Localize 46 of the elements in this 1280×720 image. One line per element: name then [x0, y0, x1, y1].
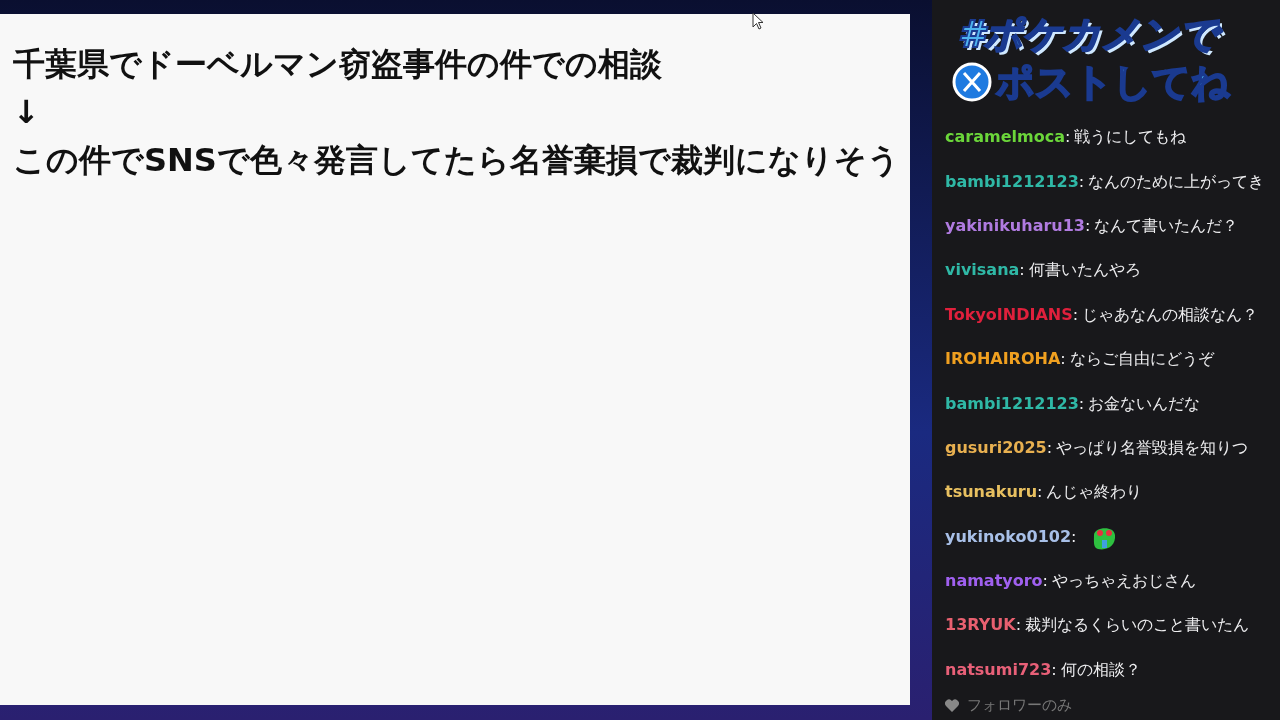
banner-text: #ポケカメンで	[952, 10, 1278, 58]
chat-message: んじゃ終わり	[1046, 481, 1143, 504]
chat-username[interactable]: gusuri2025	[945, 435, 1047, 460]
board-text-line: ↓	[13, 92, 40, 133]
x-logo-icon	[952, 62, 992, 102]
colon: :	[1019, 259, 1025, 282]
chat-message: やっぱり名誉毀損を知りつ	[1056, 436, 1249, 459]
chat-message: やっちゃえおじさん	[1052, 570, 1196, 593]
chat-username[interactable]: bambi1212123	[945, 391, 1079, 416]
colon: :	[1042, 570, 1048, 593]
heart-icon	[945, 698, 959, 712]
chat-username[interactable]: vivisana	[945, 258, 1020, 283]
colon: :	[1037, 481, 1043, 504]
chat-username[interactable]: namatyoro	[945, 569, 1043, 594]
colon: :	[1078, 392, 1085, 415]
chat-username[interactable]: 13RYUK	[945, 613, 1016, 638]
board-text-line: この件でSNSで色々発言してたら名誉棄損で裁判になりそう	[13, 140, 900, 181]
banner-text: ポストしてね	[996, 59, 1230, 106]
chat-message: ならご自由にどうぞ	[1069, 348, 1214, 371]
chat-message: なんのために上がってき	[1088, 170, 1265, 193]
colon: :	[1046, 436, 1053, 459]
board-text-line: 千葉県でドーベルマン窃盗事件の件での相談	[13, 44, 662, 85]
chat-username[interactable]: caramelmoca	[945, 125, 1065, 150]
chat-username[interactable]: IROHAIROHA	[945, 347, 1061, 372]
chat-username[interactable]: tsunakuru	[945, 480, 1038, 505]
colon: :	[1060, 348, 1066, 371]
chat-message: 何の相談？	[1060, 658, 1141, 681]
chat-message: お金ないんだな	[1088, 392, 1201, 415]
colon: :	[1071, 525, 1077, 548]
chat-message: 裁判なるくらいのこと書いたん	[1025, 614, 1250, 637]
chat-message: 戦うにしてもね	[1074, 126, 1187, 149]
chat-username[interactable]: yakinikuharu13	[945, 213, 1085, 238]
chat-message: 何書いたんやろ	[1028, 259, 1141, 282]
chat-message: なんて書いたんだ？	[1094, 214, 1239, 237]
colon: :	[1015, 614, 1022, 637]
colon: :	[1051, 658, 1057, 681]
chat-message: じゃあなんの相談なん？	[1082, 303, 1259, 326]
chat-username[interactable]: yukinoko0102	[945, 524, 1072, 549]
chat-username[interactable]: bambi1212123	[945, 169, 1079, 194]
colon: :	[1085, 214, 1091, 237]
colon: :	[1064, 126, 1071, 149]
followers-only-label: フォロワーのみ	[967, 696, 1072, 715]
chat-username[interactable]: TokyoINDIANS	[945, 302, 1073, 327]
colon: :	[1078, 170, 1085, 193]
chat-username[interactable]: natsumi723	[945, 657, 1052, 682]
colon: :	[1072, 303, 1079, 326]
